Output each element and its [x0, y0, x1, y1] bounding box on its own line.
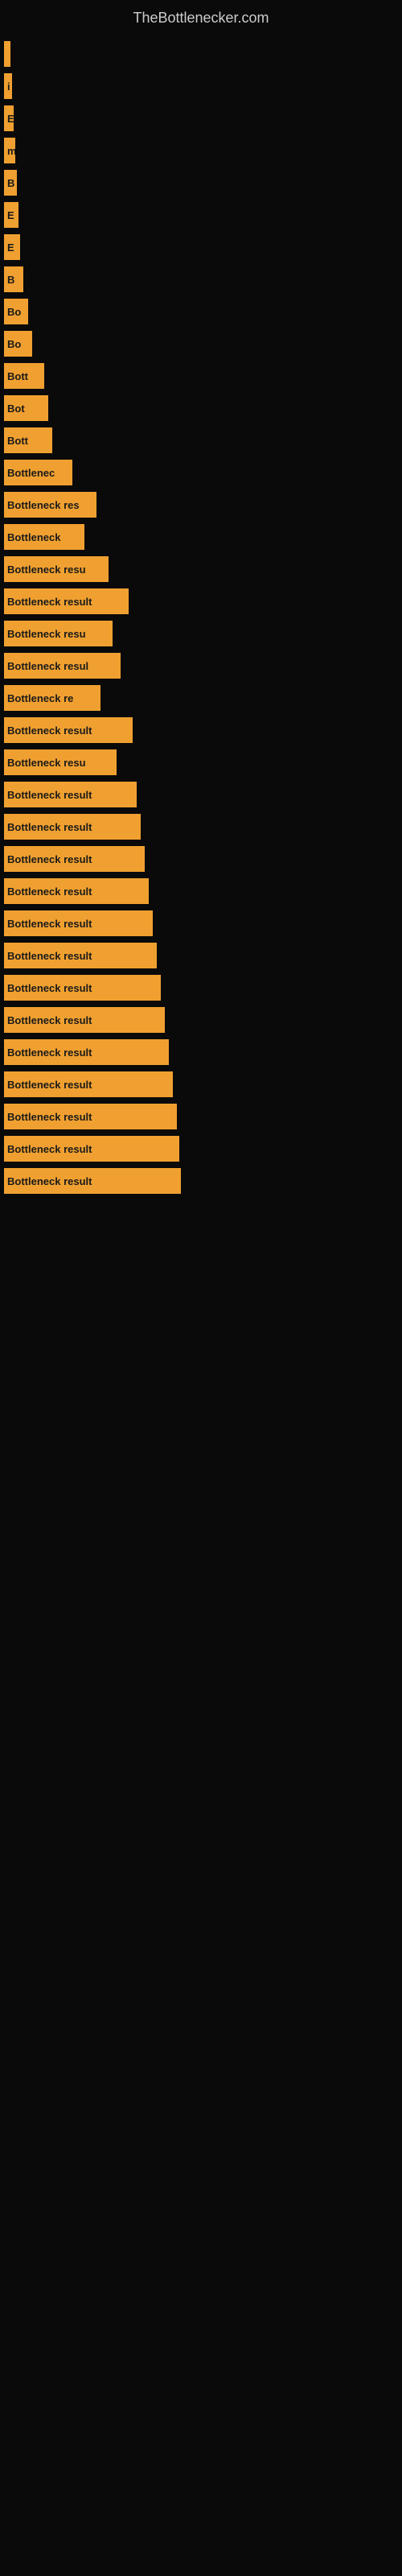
bar-item: E: [4, 105, 14, 131]
bar-row: Bottleneck result: [4, 717, 402, 743]
bar-row: Bot: [4, 395, 402, 421]
bar-item: E: [4, 202, 18, 228]
bar-item: Bottleneck: [4, 524, 84, 550]
bar-row: Bottleneck res: [4, 492, 402, 518]
bar-item: E: [4, 234, 20, 260]
bar-item: Bottleneck result: [4, 1104, 177, 1129]
bar-item: Bottleneck res: [4, 492, 96, 518]
bar-row: E: [4, 234, 402, 260]
bar-row: Bottleneck: [4, 524, 402, 550]
bar-row: [4, 41, 402, 67]
bar-item: Bottleneck re: [4, 685, 100, 711]
bar-row: Bottleneck result: [4, 1136, 402, 1162]
bar-row: Bottleneck result: [4, 878, 402, 904]
bar-item: [4, 41, 10, 67]
bar-item: Bottleneck result: [4, 814, 141, 840]
bar-item: B: [4, 170, 17, 196]
bar-item: Bo: [4, 299, 28, 324]
bar-row: Bo: [4, 299, 402, 324]
bar-row: Bott: [4, 427, 402, 453]
bar-row: Bottleneck result: [4, 1168, 402, 1194]
bar-row: Bottleneck re: [4, 685, 402, 711]
bar-item: Bottlenec: [4, 460, 72, 485]
bar-item: Bottleneck result: [4, 717, 133, 743]
bar-row: i: [4, 73, 402, 99]
bar-item: Bo: [4, 331, 32, 357]
bar-row: Bottleneck resu: [4, 749, 402, 775]
bar-item: Bottleneck resu: [4, 556, 109, 582]
bar-row: Bottleneck resu: [4, 556, 402, 582]
bar-row: Bottleneck result: [4, 588, 402, 614]
bar-row: Bottleneck result: [4, 1007, 402, 1033]
bar-item: m: [4, 138, 15, 163]
bar-row: Bottleneck result: [4, 943, 402, 968]
bar-item: Bottleneck result: [4, 975, 161, 1001]
bar-row: Bottleneck resul: [4, 653, 402, 679]
bar-row: Bott: [4, 363, 402, 389]
bar-row: Bo: [4, 331, 402, 357]
bar-row: Bottleneck result: [4, 1071, 402, 1097]
bar-row: Bottleneck result: [4, 814, 402, 840]
bar-row: Bottleneck resu: [4, 621, 402, 646]
bar-item: Bottleneck resul: [4, 653, 121, 679]
bar-row: Bottleneck result: [4, 846, 402, 872]
bar-item: Bottleneck result: [4, 782, 137, 807]
bar-item: Bottleneck result: [4, 1007, 165, 1033]
bar-row: B: [4, 170, 402, 196]
bar-row: m: [4, 138, 402, 163]
bar-item: Bottleneck result: [4, 943, 157, 968]
bar-row: Bottleneck result: [4, 1104, 402, 1129]
site-title: TheBottlenecker.com: [0, 0, 402, 33]
bar-row: Bottleneck result: [4, 910, 402, 936]
bar-item: Bottleneck result: [4, 1136, 179, 1162]
bar-row: Bottlenec: [4, 460, 402, 485]
bar-item: Bottleneck result: [4, 588, 129, 614]
bar-item: Bott: [4, 363, 44, 389]
bar-item: Bottleneck result: [4, 1168, 181, 1194]
bar-item: Bottleneck result: [4, 1071, 173, 1097]
bar-item: B: [4, 266, 23, 292]
bar-item: Bottleneck result: [4, 878, 149, 904]
bar-item: Bottleneck result: [4, 910, 153, 936]
bar-item: Bottleneck result: [4, 1039, 169, 1065]
bar-row: Bottleneck result: [4, 782, 402, 807]
bar-item: Bott: [4, 427, 52, 453]
bar-row: E: [4, 202, 402, 228]
bar-row: Bottleneck result: [4, 1039, 402, 1065]
bars-container: iEmBEEBBoBoBottBotBottBottlenecBottlenec…: [0, 33, 402, 1200]
bar-item: i: [4, 73, 12, 99]
bar-row: E: [4, 105, 402, 131]
bar-item: Bot: [4, 395, 48, 421]
bar-item: Bottleneck resu: [4, 749, 117, 775]
bar-item: Bottleneck resu: [4, 621, 113, 646]
bar-item: Bottleneck result: [4, 846, 145, 872]
bar-row: Bottleneck result: [4, 975, 402, 1001]
bar-row: B: [4, 266, 402, 292]
